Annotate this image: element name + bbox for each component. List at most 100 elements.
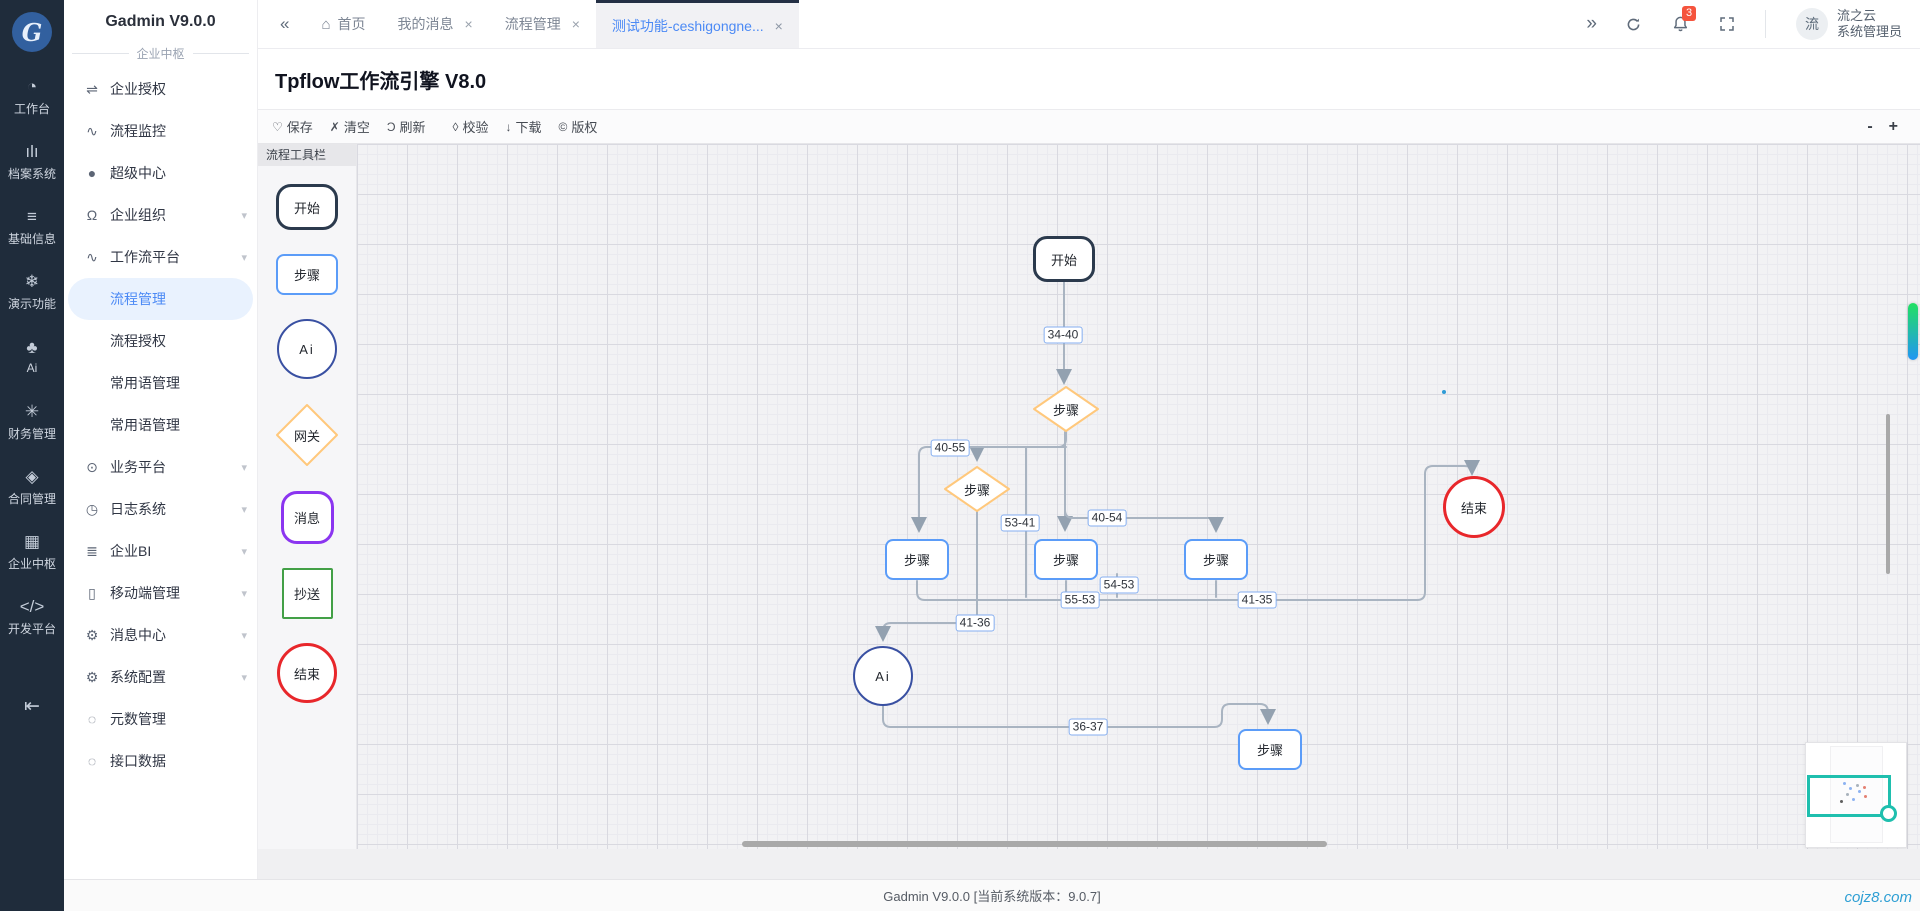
sidebar-item-企业BI[interactable]: ≣企业BI▾ [64,530,257,572]
rail-item-档案系统[interactable]: ılı档案系统 [0,129,64,194]
toolbar-button-清空[interactable]: ✗清空 [330,117,370,136]
close-tab-icon[interactable]: × [572,16,580,32]
sidebar-item-企业授权[interactable]: ⇌企业授权 [64,68,257,110]
palette-item-start[interactable]: 开始 [276,184,338,230]
flow-node-step[interactable]: 步骤 [1034,539,1098,580]
sidebar-item-流程管理[interactable]: 流程管理 [68,278,253,320]
toolbar-button-保存[interactable]: ♡保存 [272,117,313,136]
tab-label: 我的消息 [398,14,454,34]
edge-label[interactable]: 34-40 [1044,327,1083,344]
flow-node-end[interactable]: 结束 [1443,476,1505,538]
palette-header: 流程工具栏 [258,144,356,166]
close-tab-icon[interactable]: × [465,16,473,32]
rail-item-企业中枢[interactable]: ▦企业中枢 [0,519,64,584]
sidebar-item-元数管理[interactable]: ◌元数管理 [64,698,257,740]
home-icon: ⌂ [321,16,330,33]
flow-node-gateway[interactable]: 步骤 [943,465,1011,513]
rail-item-合同管理[interactable]: ◈合同管理 [0,454,64,519]
logo-icon: G [12,12,52,52]
palette-item-gateway[interactable]: 网关 [275,403,339,467]
sidebar-item-企业组织[interactable]: Ω企业组织▾ [64,194,257,236]
list-icon: ≡ [27,207,37,227]
rail-item-label: 工作台 [14,100,50,117]
watermark-link[interactable]: cojz8.com [1844,889,1912,906]
rail-item-工作台[interactable]: ◔工作台 [0,64,64,129]
sidebar-item-工作流平台[interactable]: ∿工作流平台▾ [64,236,257,278]
rail-item-开发平台[interactable]: </>开发平台 [0,584,64,649]
toolbar-button-版权[interactable]: ©版权 [559,117,598,136]
sidebar-item-label: 元数管理 [110,709,166,729]
sidebar-item-接口数据[interactable]: ◌接口数据 [64,740,257,782]
edge-label[interactable]: 54-53 [1100,577,1139,594]
tab-测试功能-ceshigongne...[interactable]: 测试功能-ceshigongne...× [596,0,799,48]
flow-node-start[interactable]: 开始 [1033,236,1095,282]
sidebar-item-流程监控[interactable]: ∿流程监控 [64,110,257,152]
toolbar-button-刷新[interactable]: Ɔ刷新 [387,117,426,136]
sidebar-item-移动端管理[interactable]: ▯移动端管理▾ [64,572,257,614]
edge-label[interactable]: 36-37 [1069,719,1108,736]
close-tab-icon[interactable]: × [775,18,783,34]
sidebar-item-系统配置[interactable]: ⚙系统配置▾ [64,656,257,698]
sidebar-item-流程授权[interactable]: 流程授权 [64,320,257,362]
minimap-resize-handle[interactable] [1880,805,1897,822]
sidebar-item-日志系统[interactable]: ◷日志系统▾ [64,488,257,530]
flow-node-gateway[interactable]: 步骤 [1032,385,1100,433]
edge-label[interactable]: 40-55 [931,440,970,457]
zoom-out-button[interactable]: - [1867,118,1872,136]
edge-gradient-widget[interactable] [1908,303,1918,360]
refresh-icon[interactable] [1625,16,1642,33]
chevron-down-icon: ▾ [241,545,247,558]
palette-item-end[interactable]: 结束 [277,643,337,703]
sidebar-item-消息中心[interactable]: ⚙消息中心▾ [64,614,257,656]
sidebar-item-业务平台[interactable]: ⊙业务平台▾ [64,446,257,488]
tab-流程管理[interactable]: 流程管理 × [489,0,596,48]
rail-item-财务管理[interactable]: ✳财务管理 [0,389,64,454]
rail-item-演示功能[interactable]: ❄演示功能 [0,259,64,324]
flow-edge[interactable] [977,432,1066,459]
notifications-bell-icon[interactable]: 3 [1672,15,1689,33]
fullscreen-icon[interactable] [1719,16,1735,32]
toolbar-button-下载[interactable]: ↓下载 [506,117,542,136]
app-logo[interactable]: G [0,0,64,64]
palette-item-step[interactable]: 步骤 [276,254,338,295]
sidebar-item-常用语管理[interactable]: 常用语管理 [64,362,257,404]
flow-node-step[interactable]: 步骤 [1238,729,1302,770]
collapse-sidebar-button[interactable]: ⇤ [0,695,64,718]
edge-label[interactable]: 41-35 [1238,592,1277,609]
palette-item-label: 开始 [294,198,320,217]
tab-我的消息[interactable]: 我的消息 × [382,0,489,48]
minimap[interactable] [1805,742,1907,848]
flow-node-step[interactable]: 步骤 [885,539,949,580]
flow-node-ai[interactable]: Ai [853,646,913,706]
edge-label[interactable]: 40-54 [1088,510,1127,527]
tab-label: 流程管理 [505,14,561,34]
canvas-vertical-scrollbar[interactable] [1886,414,1890,574]
main-area: « ⌂首页我的消息×流程管理×测试功能-ceshigongne...× » 3 [258,0,1920,879]
minimap-viewport[interactable] [1807,775,1891,817]
tab-首页[interactable]: ⌂首页 [305,0,381,48]
user-menu[interactable]: 流 流之云 系统管理员 [1796,8,1902,40]
download-icon: ↓ [506,120,512,134]
compass-icon: ⊙ [84,459,100,476]
rail-item-label: 企业中枢 [8,555,56,572]
sidebar-item-超级中心[interactable]: ●超级中心 [64,152,257,194]
flow-node-step[interactable]: 步骤 [1184,539,1248,580]
flow-canvas[interactable]: 开始步骤步骤步骤步骤步骤Ai结束步骤34-4040-5553-4140-5454… [357,144,1920,849]
rail-item-Ai[interactable]: ♣Ai [0,324,64,389]
zoom-in-button[interactable]: + [1889,118,1898,136]
edge-label[interactable]: 41-36 [956,615,995,632]
palette-item-message[interactable]: 消息 [281,491,334,544]
palette-item-ai[interactable]: Ai [277,319,337,379]
rail-item-基础信息[interactable]: ≡基础信息 [0,194,64,259]
toolbar-button-label: 版权 [571,117,597,136]
edge-label[interactable]: 55-53 [1061,592,1100,609]
tabs-collapse-left-icon[interactable]: « [258,0,305,48]
toolbar-button-校验[interactable]: ◊校验 [453,117,489,136]
sidebar-item-常用语管理[interactable]: 常用语管理 [64,404,257,446]
palette-item-copy[interactable]: 抄送 [282,568,333,619]
canvas-horizontal-scrollbar[interactable] [742,841,1327,847]
collapse-icon: ⇤ [24,696,40,717]
edge-label[interactable]: 53-41 [1001,515,1040,532]
copy-shape: 抄送 [282,568,333,619]
tabs-expand-right-icon[interactable]: » [1586,13,1595,35]
